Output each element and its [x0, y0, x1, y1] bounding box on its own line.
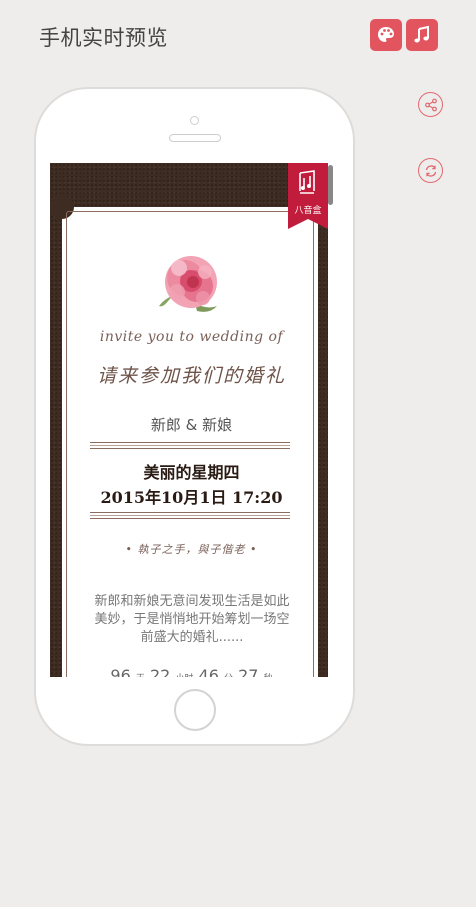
couple-names: 新郎 & 新娘	[150, 416, 233, 434]
refresh-button[interactable]	[418, 158, 443, 183]
page-title: 手机实时预览	[39, 26, 168, 50]
share-icon	[424, 98, 437, 111]
phone-camera	[190, 116, 199, 125]
preview-screen[interactable]: invite you to wedding of 请来参加我们的婚礼 新郎 & …	[50, 163, 333, 677]
palette-button[interactable]	[370, 19, 402, 51]
phone-home-button[interactable]	[174, 689, 216, 731]
scroll-thumb[interactable]	[328, 165, 333, 205]
countdown-seconds-unit: 秒	[264, 674, 273, 677]
palette-icon	[378, 27, 394, 42]
countdown-hours-unit: 小时	[175, 674, 193, 677]
countdown-timer: 96 天 22 小时 46 分 27 秒	[50, 666, 333, 677]
countdown-minutes: 46	[198, 666, 219, 677]
preview-scrollbar[interactable]	[328, 163, 333, 677]
script-invite-line: invite you to wedding of	[99, 329, 284, 345]
vow-text: • 執子之手，與子偕老 •	[125, 543, 258, 556]
wedding-weekday: 美丽的星期四	[143, 463, 240, 482]
phone-speaker	[169, 134, 221, 142]
countdown-seconds: 27	[238, 666, 259, 677]
divider-rule	[90, 512, 290, 519]
countdown-days-unit: 天	[136, 674, 145, 677]
wedding-date: 2015年10月1日 17:20	[100, 488, 283, 507]
share-button[interactable]	[418, 92, 443, 117]
countdown-hours: 22	[149, 666, 171, 677]
bookmark-label: 八音盒	[294, 206, 322, 216]
bookmark-ribbon	[288, 163, 328, 229]
countdown-minutes-unit: 分	[224, 674, 233, 677]
countdown-days: 96	[110, 666, 131, 677]
music-button[interactable]	[406, 19, 438, 51]
peony-flower-image	[159, 256, 217, 312]
music-box-bookmark[interactable]: 八音盒	[288, 163, 328, 229]
divider-rule	[90, 442, 290, 449]
description-text: 新郎和新娘无意间发现生活是如此美妙，于是悄悄地开始筹划一场空前盛大的婚礼....…	[94, 594, 290, 645]
music-icon	[414, 25, 429, 43]
invite-heading: 请来参加我们的婚礼	[96, 365, 286, 387]
refresh-icon	[425, 164, 436, 177]
